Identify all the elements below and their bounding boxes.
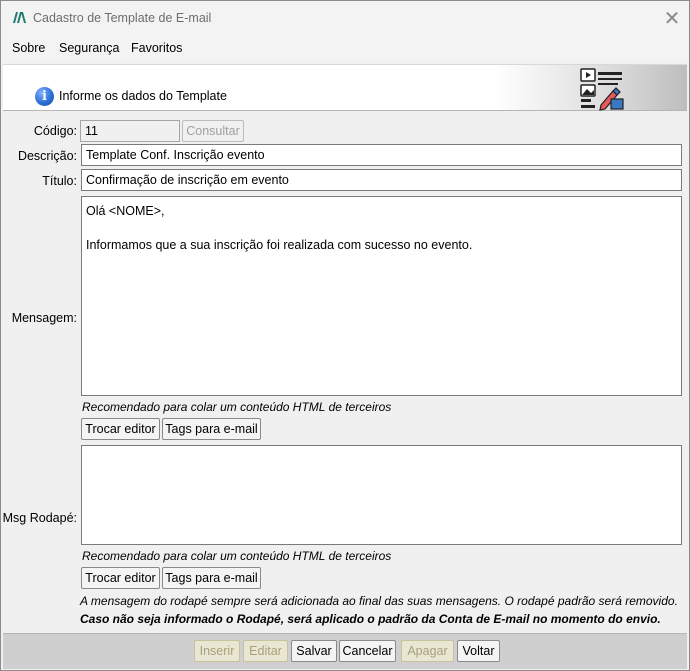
- rodape-editor[interactable]: [81, 445, 682, 545]
- menu-bar: Sobre Segurança Favoritos: [1, 35, 689, 63]
- rodape-hint: Recomendado para colar um conteúdo HTML …: [82, 549, 392, 563]
- inserir-button[interactable]: Inserir: [194, 640, 240, 662]
- apagar-button[interactable]: Apagar: [401, 640, 454, 662]
- titulo-label: Título:: [42, 174, 77, 188]
- menu-item-favoritos[interactable]: Favoritos: [131, 41, 182, 55]
- titulo-field[interactable]: [81, 169, 682, 191]
- trocar-editor-button[interactable]: Trocar editor: [81, 418, 160, 440]
- header-text: Informe os dados do Template: [59, 89, 227, 103]
- action-bar: Inserir Editar Salvar Cancelar Apagar Vo…: [3, 633, 687, 669]
- email-template-icon: [580, 68, 624, 111]
- descricao-label: Descrição:: [17, 149, 77, 163]
- editar-button[interactable]: Editar: [243, 640, 288, 662]
- menu-item-seguranca[interactable]: Segurança: [59, 41, 119, 55]
- descricao-field[interactable]: [81, 144, 682, 166]
- mensagem-hint: Recomendado para colar um conteúdo HTML …: [82, 400, 392, 414]
- close-button[interactable]: ✕: [655, 1, 689, 35]
- title-bar: Cadastro de Template de E-mail ✕: [1, 1, 689, 35]
- codigo-field[interactable]: [80, 120, 180, 142]
- rodape-label: Msg Rodapé:: [2, 511, 77, 525]
- window-title: Cadastro de Template de E-mail: [33, 11, 212, 25]
- form-header: i Informe os dados do Template: [3, 64, 687, 111]
- close-icon[interactable]: ✕: [664, 6, 681, 30]
- tags-email-rodape-button[interactable]: Tags para e-mail: [162, 567, 261, 589]
- cancelar-button[interactable]: Cancelar: [339, 640, 396, 662]
- codigo-label: Código:: [33, 124, 77, 138]
- trocar-editor-rodape-button[interactable]: Trocar editor: [81, 567, 160, 589]
- rodape-note: A mensagem do rodapé sempre será adicion…: [80, 594, 678, 608]
- salvar-button[interactable]: Salvar: [291, 640, 337, 662]
- voltar-button[interactable]: Voltar: [457, 640, 500, 662]
- app-logo-icon: [13, 12, 26, 23]
- info-icon: i: [35, 87, 54, 106]
- rodape-default-note: Caso não seja informado o Rodapé, será a…: [80, 612, 661, 626]
- main-window: Cadastro de Template de E-mail ✕ Sobre S…: [0, 0, 690, 671]
- mensagem-editor[interactable]: Olá <NOME>, Informamos que a sua inscriç…: [81, 196, 682, 396]
- consultar-button[interactable]: Consultar: [182, 120, 244, 142]
- mensagem-label: Mensagem:: [11, 311, 77, 325]
- tags-email-button[interactable]: Tags para e-mail: [162, 418, 261, 440]
- menu-item-sobre[interactable]: Sobre: [12, 41, 45, 55]
